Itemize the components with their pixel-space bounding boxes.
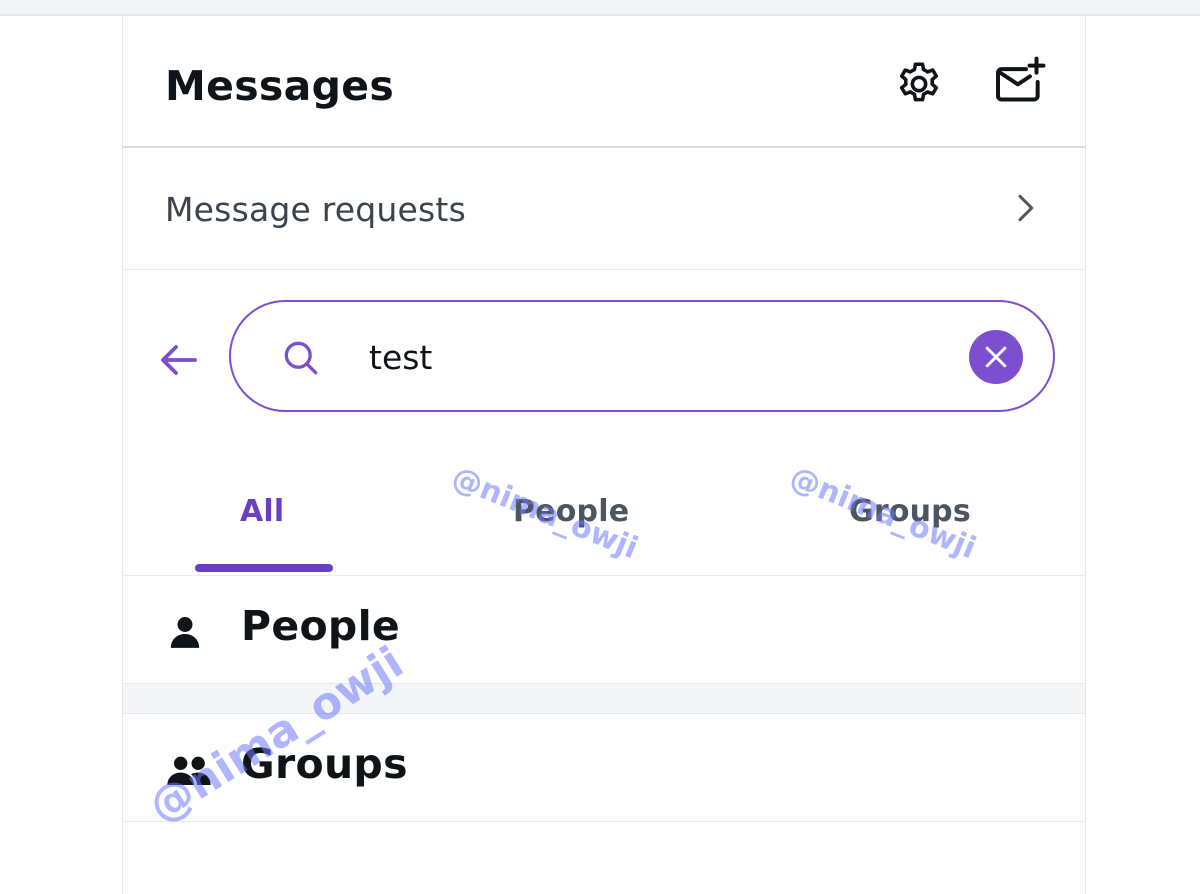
search-box (229, 300, 1055, 412)
people-section-header: People (123, 576, 1085, 684)
search-tabs: All People Groups (123, 450, 1085, 576)
browser-top-bar (0, 0, 1200, 16)
message-requests-row[interactable]: Message requests (123, 148, 1085, 270)
messages-header: Messages (123, 16, 1085, 148)
tab-all[interactable]: All (240, 494, 284, 529)
chevron-right-icon (1018, 194, 1034, 222)
message-requests-label: Message requests (165, 190, 466, 229)
people-section-label: People (241, 602, 401, 650)
search-icon (284, 341, 318, 375)
person-icon (170, 617, 200, 648)
arrow-left-icon[interactable] (155, 336, 203, 384)
groups-section-label: Groups (241, 740, 408, 788)
close-icon (985, 346, 1007, 368)
messages-panel: Messages Message requests test All Peopl… (122, 16, 1086, 894)
active-tab-indicator (195, 564, 333, 572)
new-message-icon (996, 56, 1046, 102)
groups-section-header: Groups (123, 714, 1085, 822)
new-message-button[interactable] (991, 54, 1047, 110)
tab-people[interactable]: People (513, 494, 629, 529)
gear-icon (899, 62, 939, 102)
search-input[interactable] (369, 330, 929, 384)
page-title: Messages (165, 62, 395, 110)
section-divider (123, 684, 1085, 714)
people-icon (167, 756, 211, 785)
tab-groups[interactable]: Groups (849, 494, 971, 529)
search-row (123, 270, 1085, 450)
settings-button[interactable] (891, 56, 947, 112)
clear-search-button[interactable] (969, 330, 1023, 384)
